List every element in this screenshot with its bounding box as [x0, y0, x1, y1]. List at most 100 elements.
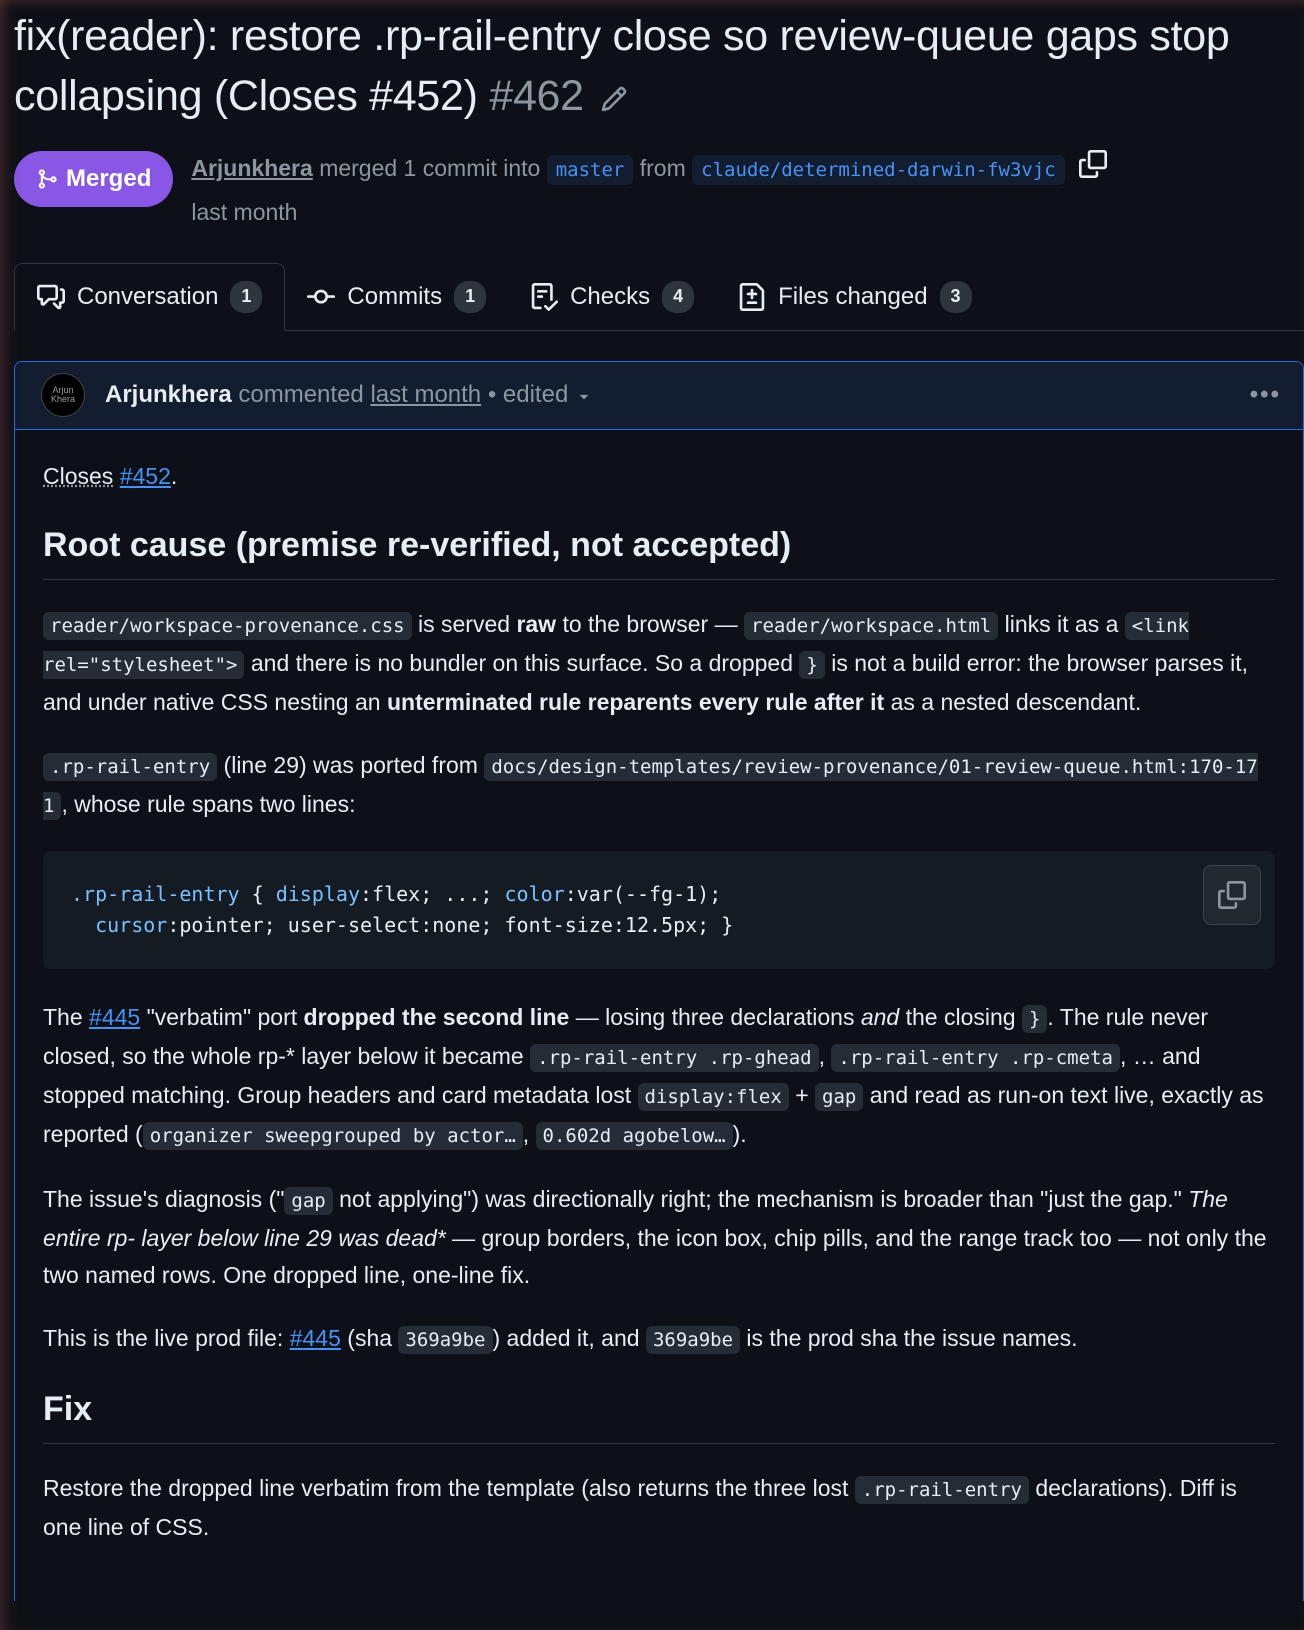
file-diff-icon	[739, 282, 765, 311]
code-text: {	[239, 881, 276, 906]
merge-summary: Arjunkhera merged 1 commit into master f…	[191, 147, 1107, 233]
paragraph-diagnosis: The issue's diagnosis (" gap not applying…	[43, 1181, 1275, 1294]
text: ,	[818, 1042, 832, 1069]
tab-conversation-count: 1	[230, 280, 263, 313]
head-branch[interactable]: claude/determined-darwin-fw3vjc	[692, 154, 1065, 185]
heading-fix: Fix	[43, 1385, 1275, 1444]
text: ) added it, and	[492, 1324, 646, 1351]
issue-link-452[interactable]: #452	[120, 463, 171, 489]
tab-conversation-label: Conversation	[77, 282, 219, 310]
pencil-icon[interactable]	[600, 69, 628, 129]
code-prop: color	[504, 881, 565, 906]
tab-commits[interactable]: Commits 1	[285, 263, 508, 331]
merge-time: last month	[191, 198, 298, 225]
pr-link-445[interactable]: #445	[290, 1325, 341, 1351]
text: ).	[732, 1120, 747, 1147]
inline-code: 0.602d agobelow…	[535, 1121, 733, 1150]
text: as a nested descendant.	[884, 688, 1142, 715]
text: the closing	[899, 1003, 1022, 1030]
inline-code: .rp-rail-entry .rp-ghead	[530, 1043, 819, 1072]
inline-code: }	[799, 650, 825, 679]
code-text: :var(--fg-1);	[564, 881, 722, 906]
comment-action: commented	[238, 381, 364, 409]
text: (line 29) was ported from	[217, 751, 485, 778]
chevron-down-icon[interactable]	[575, 381, 593, 408]
tab-files-changed-label: Files changed	[778, 282, 928, 310]
text: +	[788, 1081, 816, 1108]
text: The issue's diagnosis ("	[43, 1185, 285, 1212]
italic-text: and	[860, 1003, 900, 1030]
code-block: .rp-rail-entry { display:flex; ...; colo…	[43, 850, 1275, 969]
comment-body: Closes #452. Root cause (premise re-veri…	[15, 430, 1303, 1546]
text: The	[43, 1003, 90, 1030]
comment-time[interactable]: last month	[370, 381, 481, 408]
closes-paragraph: Closes #452.	[43, 462, 178, 489]
tab-checks-label: Checks	[570, 282, 651, 310]
inline-code: display:flex	[637, 1082, 789, 1111]
tab-files-changed[interactable]: Files changed 3	[716, 263, 993, 331]
code-prop: display	[275, 881, 360, 906]
more-options-icon[interactable]: •••	[1250, 381, 1281, 409]
pr-link-445[interactable]: #445	[89, 1004, 140, 1030]
merge-text: merged 1 commit into	[319, 154, 541, 181]
text: links it as a	[998, 610, 1125, 637]
tab-conversation[interactable]: Conversation 1	[14, 262, 286, 331]
inline-code: 369a9be	[645, 1325, 741, 1354]
text: not applying") was directionally right; …	[332, 1185, 1189, 1212]
closes-prefix: Closes	[43, 462, 114, 489]
text: ,	[522, 1120, 536, 1147]
tab-files-changed-count: 3	[939, 280, 972, 313]
paragraph-fix: Restore the dropped line verbatim from t…	[43, 1470, 1275, 1546]
code-prop: cursor	[95, 912, 168, 937]
inline-code: .rp-rail-entry .rp-cmeta	[831, 1043, 1120, 1072]
code-text: :pointer; user-select:none; font-size:12…	[167, 912, 734, 937]
bold-text: dropped the second line	[303, 1003, 570, 1030]
pr-description-comment: Arjun Khera Arjunkhera commented last mo…	[14, 360, 1304, 1601]
pr-tabs: Conversation 1 Commits 1 Checks 4 Files …	[14, 262, 1304, 331]
inline-code: .rp-rail-entry	[854, 1475, 1029, 1504]
comment-edited[interactable]: • edited	[488, 381, 568, 408]
inline-code: gap	[815, 1082, 864, 1111]
checklist-icon	[531, 282, 559, 311]
pr-page: fix(reader): restore .rp-rail-entry clos…	[0, 0, 1304, 1630]
comment-meta: Arjunkhera commented last month • edited	[105, 381, 1250, 409]
merged-badge: Merged	[14, 150, 174, 207]
code-text: :flex; ...;	[360, 881, 505, 906]
tab-checks[interactable]: Checks 4	[508, 263, 716, 331]
inline-code: 369a9be	[398, 1325, 493, 1354]
text: , whose rule spans two lines:	[61, 790, 356, 817]
paragraph-raw-css: reader/workspace-provenance.css is serve…	[43, 606, 1275, 721]
comment-author[interactable]: Arjunkhera	[105, 381, 232, 408]
text: This is the live prod file:	[43, 1324, 290, 1351]
text: "verbatim" port	[140, 1003, 304, 1030]
code-selector: .rp-rail-entry	[71, 881, 240, 906]
pr-title: fix(reader): restore .rp-rail-entry clos…	[14, 0, 1304, 129]
tab-commits-label: Commits	[347, 282, 443, 310]
copy-code-button[interactable]	[1203, 864, 1261, 925]
merged-badge-label: Merged	[66, 164, 152, 192]
paragraph-verbatim-port: The #445 "verbatim" port dropped the sec…	[43, 999, 1275, 1155]
git-commit-icon	[307, 289, 336, 304]
inline-code: }	[1021, 1004, 1048, 1033]
pr-author-link[interactable]: Arjunkhera	[191, 155, 312, 181]
paragraph-ported: .rp-rail-entry (line 29) was ported from…	[43, 747, 1275, 825]
comment-discussion-icon	[37, 284, 65, 309]
base-branch[interactable]: master	[546, 154, 634, 185]
inline-code: reader/workspace-provenance.css	[43, 611, 412, 640]
text: Restore the dropped line verbatim from t…	[43, 1474, 855, 1501]
text: to the browser —	[556, 610, 744, 637]
copy-branch-icon[interactable]	[1078, 149, 1107, 191]
git-merge-icon	[38, 169, 57, 189]
text: is served	[411, 610, 517, 637]
bold-text: raw	[516, 610, 557, 637]
inline-code: organizer sweepgrouped by actor…	[142, 1121, 523, 1150]
copy-icon	[1218, 880, 1246, 909]
pr-number: #462	[489, 72, 584, 120]
text: (sha	[340, 1324, 399, 1351]
from-text: from	[639, 154, 686, 181]
heading-root-cause: Root cause (premise re-verified, not acc…	[43, 521, 1275, 580]
avatar[interactable]: Arjun Khera	[41, 373, 85, 418]
text: is the prod sha the issue names.	[740, 1324, 1078, 1351]
text: and there is no bundler on this surface.…	[244, 649, 800, 676]
